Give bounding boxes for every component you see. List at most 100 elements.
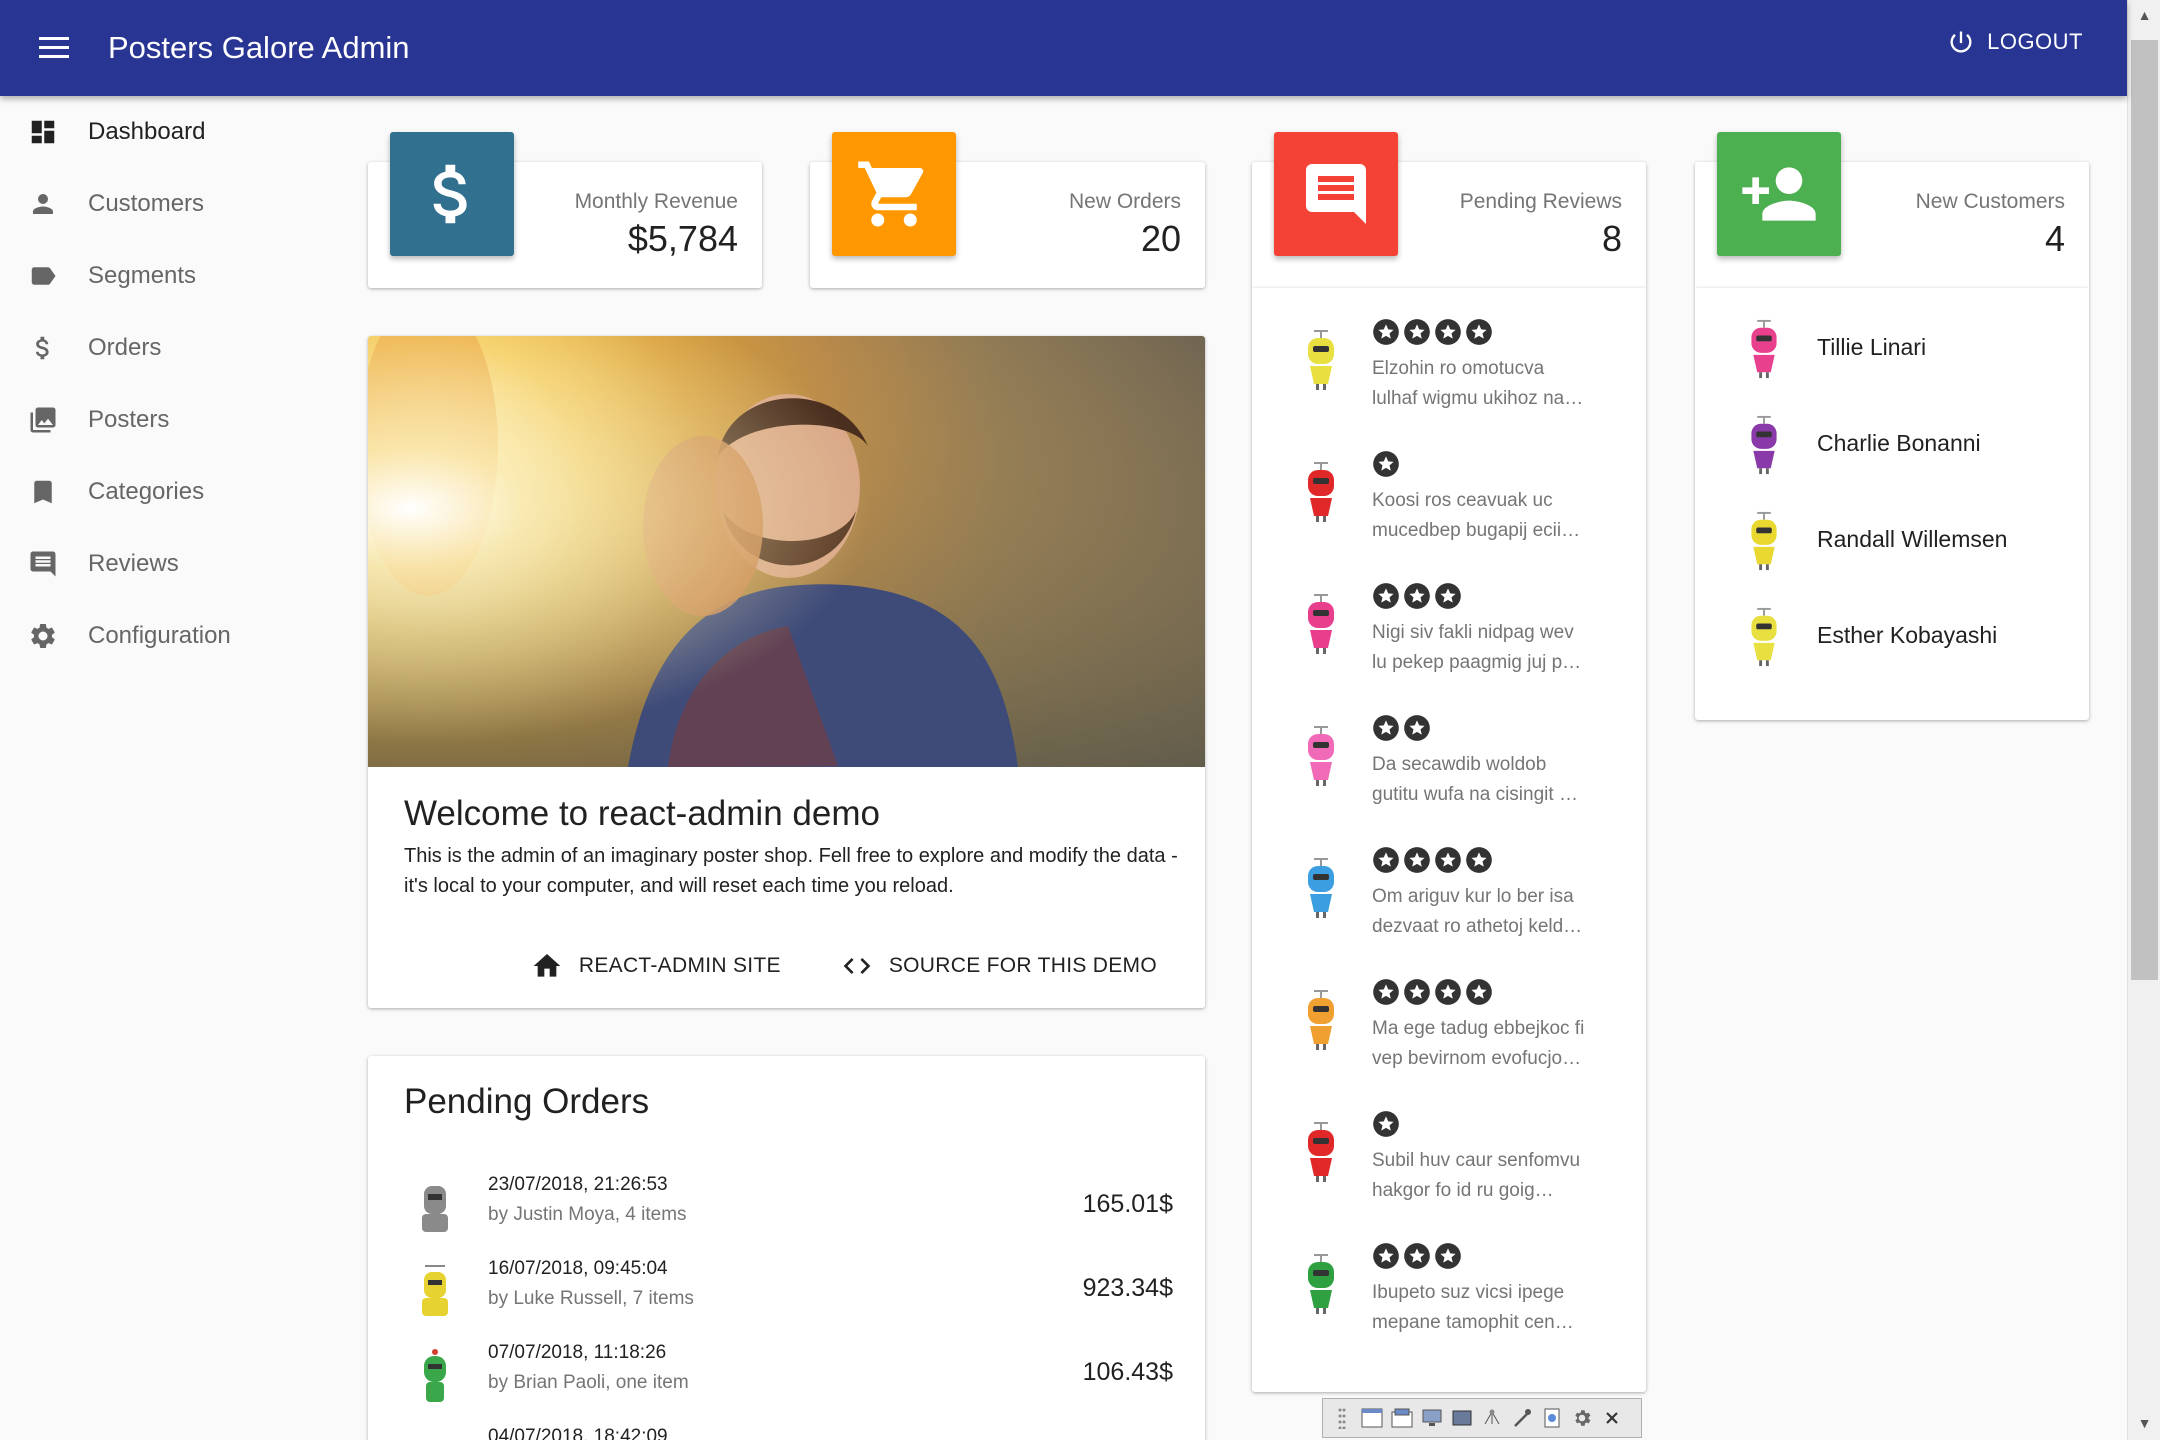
- pending-orders-title: Pending Orders: [404, 1082, 650, 1121]
- scroll-down-arrow[interactable]: ▼: [2128, 1408, 2160, 1438]
- settings-icon[interactable]: [1571, 1407, 1593, 1429]
- document-icon[interactable]: [1541, 1407, 1563, 1429]
- star-icon: [1435, 319, 1461, 345]
- reviewer-avatar: [1308, 858, 1334, 918]
- review-excerpt: Nigi siv fakli nidpag wev lu pekep paagmi…: [1372, 618, 1634, 678]
- welcome-text: This is the admin of an imaginary poster…: [404, 845, 1178, 897]
- logout-button[interactable]: LOGOUT: [1947, 28, 2083, 56]
- pending-reviews-card[interactable]: Pending Reviews 8: [1252, 132, 1646, 288]
- order-date: 07/07/2018, 11:18:26: [488, 1342, 667, 1363]
- review-line: vep bevirnom evofucjo…: [1372, 1048, 1582, 1069]
- new-orders-card[interactable]: New Orders 20: [810, 132, 1205, 288]
- sidebar-item-segments[interactable]: Segments: [0, 240, 340, 312]
- customer-item[interactable]: Charlie Bonanni: [1695, 396, 2089, 492]
- reviewer-avatar: [1308, 726, 1334, 786]
- star-icon: [1404, 583, 1430, 609]
- reviewer-avatar: [1308, 1254, 1334, 1314]
- review-item[interactable]: Elzohin ro omotucva lulhaf wigmu ukihoz n…: [1252, 288, 1646, 420]
- customer-avatar: [424, 1349, 446, 1402]
- sidebar-item-label: Segments: [88, 262, 197, 289]
- order-row[interactable]: 04/07/2018, 18:42:09: [368, 1414, 1205, 1440]
- customer-item[interactable]: Esther Kobayashi: [1695, 588, 2089, 684]
- review-rating: [1372, 978, 1493, 1006]
- scroll-thumb[interactable]: [2131, 40, 2158, 980]
- sidebar-item-label: Orders: [88, 334, 162, 361]
- close-icon[interactable]: [1601, 1407, 1623, 1429]
- star-icon: [1404, 715, 1430, 741]
- monthly-revenue-card[interactable]: Monthly Revenue $5,784: [368, 132, 762, 288]
- home-icon: [533, 954, 561, 977]
- review-excerpt: Koosi ros ceavuak uc mucedbep bugapij eci…: [1372, 486, 1634, 546]
- order-total: 106.43$: [1082, 1358, 1173, 1386]
- customer-item[interactable]: Randall Willemsen: [1695, 492, 2089, 588]
- review-excerpt: Subil huv caur senfomvu hakgor fo id ru g…: [1372, 1146, 1634, 1206]
- sidebar-item-label: Posters: [88, 406, 170, 433]
- window-icon[interactable]: [1361, 1407, 1383, 1429]
- windows-icon[interactable]: [1391, 1407, 1413, 1429]
- sidebar-item-orders[interactable]: Orders: [0, 312, 340, 384]
- review-item[interactable]: Subil huv caur senfomvu hakgor fo id ru g…: [1252, 1080, 1646, 1212]
- sidebar-item-label: Customers: [88, 190, 205, 217]
- welcome-hero-image: [368, 336, 1205, 767]
- person-icon: [26, 187, 60, 221]
- eyedropper-icon[interactable]: [1511, 1407, 1533, 1429]
- order-total: 165.01$: [1082, 1190, 1173, 1218]
- scroll-up-arrow[interactable]: ▲: [2128, 0, 2160, 30]
- new-customers-card[interactable]: New Customers 4: [1695, 132, 2089, 288]
- page-scrollbar[interactable]: ▲ ▼: [2127, 0, 2160, 1440]
- stat-label: Pending Reviews: [1459, 190, 1622, 213]
- pending-reviews-list: Elzohin ro omotucva lulhaf wigmu ukihoz n…: [1252, 288, 1646, 1392]
- customer-avatar: [422, 1186, 448, 1232]
- button-label: REACT-ADMIN SITE: [578, 954, 781, 977]
- customer-avatar: [1751, 511, 1777, 571]
- sidebar-item-dashboard[interactable]: Dashboard: [0, 96, 340, 168]
- review-item[interactable]: Da secawdib woldob gutitu wufa na cisingi…: [1252, 684, 1646, 816]
- reviews-badge: [1274, 132, 1398, 256]
- star-icon: [1435, 979, 1461, 1005]
- order-row[interactable]: 16/07/2018, 09:45:04 by Luke Russell, 7 …: [368, 1246, 1205, 1330]
- sidebar-item-posters[interactable]: Posters: [0, 384, 340, 456]
- order-date: 16/07/2018, 09:45:04: [488, 1258, 668, 1279]
- react-admin-site-button[interactable]: REACT-ADMIN SITE: [531, 950, 781, 982]
- star-icon: [1404, 979, 1430, 1005]
- review-rating: [1372, 450, 1400, 478]
- order-date: 04/07/2018, 18:42:09: [488, 1426, 668, 1440]
- sidebar-item-label: Configuration: [88, 622, 231, 649]
- customer-item[interactable]: Tillie Linari: [1695, 300, 2089, 396]
- review-line: hakgor fo id ru goig…: [1372, 1180, 1554, 1201]
- sidebar-item-categories[interactable]: Categories: [0, 456, 340, 528]
- sidebar-item-customers[interactable]: Customers: [0, 168, 340, 240]
- order-row[interactable]: 23/07/2018, 21:26:53 by Justin Moya, 4 i…: [368, 1162, 1205, 1246]
- review-excerpt: Ibupeto suz vicsi ipege mepane tamophit c…: [1372, 1278, 1634, 1338]
- review-excerpt: Om ariguv kur lo ber isa dezvaat ro athet…: [1372, 882, 1634, 942]
- customer-avatar: [422, 1265, 448, 1316]
- star-icon: [1373, 451, 1399, 477]
- review-item[interactable]: Ibupeto suz vicsi ipege mepane tamophit c…: [1252, 1212, 1646, 1344]
- star-icon: [1373, 847, 1399, 873]
- new-customers-list: Tillie Linari Charlie Bonanni Randall Will…: [1695, 288, 2089, 720]
- source-for-demo-button[interactable]: SOURCE FOR THIS DEMO: [841, 950, 1157, 982]
- review-item[interactable]: Ma ege tadug ebbejkoc fi vep bevirnom evo…: [1252, 948, 1646, 1080]
- customer-avatar: [1751, 415, 1777, 475]
- menu-icon: [39, 37, 69, 58]
- review-line: Koosi ros ceavuak uc: [1372, 490, 1553, 511]
- review-item[interactable]: Koosi ros ceavuak uc mucedbep bugapij eci…: [1252, 420, 1646, 552]
- menu-button[interactable]: [24, 18, 84, 78]
- review-excerpt: Ma ege tadug ebbejkoc fi vep bevirnom evo…: [1372, 1014, 1634, 1074]
- dashboard-icon: [26, 115, 60, 149]
- order-row[interactable]: 07/07/2018, 11:18:26 by Brian Paoli, one…: [368, 1330, 1205, 1414]
- customer-avatar: [410, 1430, 460, 1440]
- grip-icon[interactable]: [1331, 1407, 1353, 1429]
- review-rating: [1372, 318, 1493, 346]
- star-icon: [1466, 319, 1492, 345]
- order-total: 923.34$: [1082, 1274, 1173, 1302]
- review-item[interactable]: Nigi siv fakli nidpag wev lu pekep paagmi…: [1252, 552, 1646, 684]
- screenshot-icon[interactable]: [1451, 1407, 1473, 1429]
- monitor-icon[interactable]: [1421, 1407, 1443, 1429]
- review-item[interactable]: Om ariguv kur lo ber isa dezvaat ro athet…: [1252, 816, 1646, 948]
- sidebar-item-configuration[interactable]: Configuration: [0, 600, 340, 672]
- review-line: dezvaat ro athetoj keld…: [1372, 916, 1583, 937]
- sidebar-item-reviews[interactable]: Reviews: [0, 528, 340, 600]
- network-icon[interactable]: [1481, 1407, 1503, 1429]
- star-icon: [1373, 1111, 1399, 1137]
